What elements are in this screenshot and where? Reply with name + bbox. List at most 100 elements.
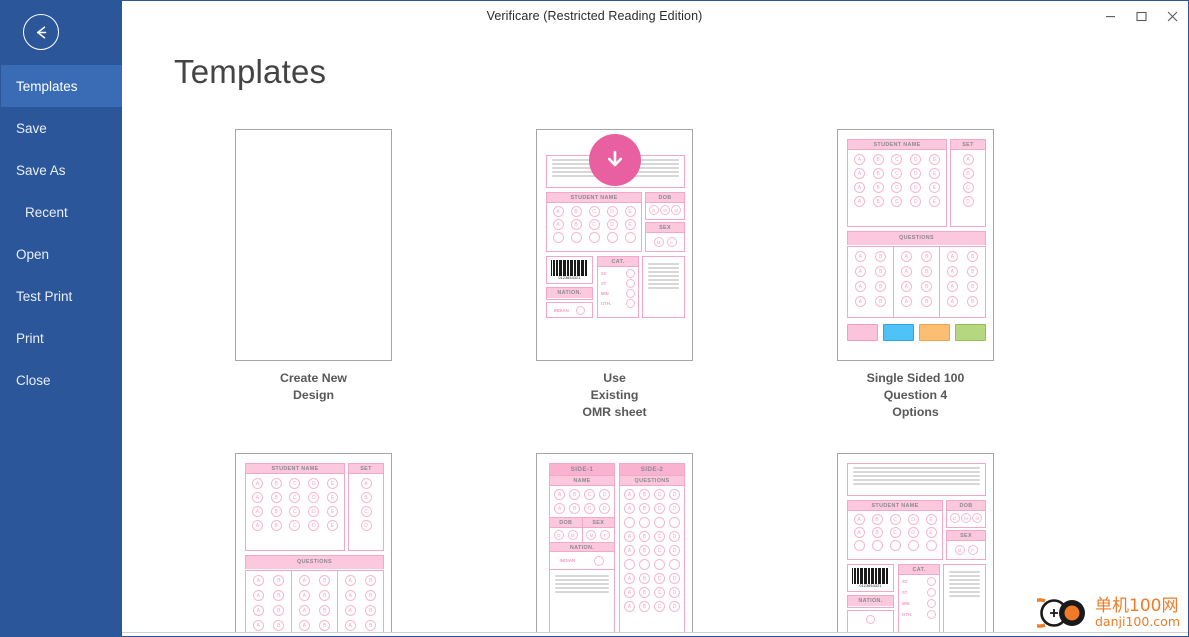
omr-block-header: SEX (646, 223, 684, 233)
omr-sex-block: SEX M F (645, 222, 685, 252)
window-controls (1095, 1, 1188, 31)
omr-block-header: DOB (947, 501, 985, 511)
template-preview-blank (235, 129, 392, 361)
templates-grid: Create New Design STUDENT NAME A B C D E… (122, 129, 1188, 636)
sidebar-item-label: Print (16, 330, 44, 346)
omr-footer-lines (550, 570, 614, 598)
sidebar-item-label: Open (16, 246, 50, 262)
omr-footer-lines (943, 564, 986, 636)
omr-questions-block: AB AB AB AB AB AB AB AB A B A B A B A B (245, 570, 384, 636)
label-line: Existing (590, 388, 639, 402)
omr-questions-header-block: QUESTIONS (245, 555, 384, 569)
omr-questions-block: AB AB AB AB AB AB AB AB A B A B A B A B (847, 246, 986, 318)
maximize-button[interactable] (1126, 1, 1157, 31)
sidebar-item-label: Close (16, 372, 51, 388)
omr-bubble-row: M F (646, 233, 684, 251)
label-line: Options (892, 405, 939, 419)
omr-bubble-row: A B C D E (549, 206, 639, 217)
sidebar-item-label: Save As (16, 162, 66, 178)
omr-block-header: STUDENT NAME (848, 501, 942, 511)
omr-sheet: STUDENT NAME ABCDE ABCDE ABCDE ABCDE SET (242, 460, 385, 636)
sidebar-item-recent[interactable]: Recent (1, 191, 122, 233)
omr-student-name-block: STUDENT NAME A B C D E A B C D E (546, 192, 642, 252)
sidebar-item-label: Test Print (16, 288, 73, 304)
template-card-6[interactable]: STUDENT NAME ABCDE ABCDE DOB DMM SEX M F… (837, 453, 994, 636)
main-content: Templates Create New Design STUDENT NAME… (122, 31, 1188, 636)
omr-block-header: SEX (947, 531, 985, 541)
back-arrow-icon (36, 25, 46, 39)
sidebar-item-print[interactable]: Print (1, 317, 122, 359)
app-window: Templates Save Save As Recent Open Test … (0, 0, 1189, 637)
sidebar-item-label: Recent (25, 204, 68, 220)
swatch-blue (883, 324, 914, 341)
omr-block-header: QUESTIONS (848, 232, 985, 245)
omr-bubble-row: A B C D E (549, 219, 639, 230)
swatch-orange (919, 324, 950, 341)
omr-block-header: NATION. (547, 288, 592, 298)
page-title: Templates (174, 53, 327, 90)
swatch-pink (847, 324, 878, 341)
label-line: Design (293, 388, 334, 402)
status-strip (122, 632, 1188, 636)
title-bar: Verificare (Restricted Reading Edition) (122, 1, 1188, 31)
sidebar-item-test-print[interactable]: Test Print (1, 275, 122, 317)
sidebar-item-close[interactable]: Close (1, 359, 122, 401)
omr-nation-header-block: NATION. (847, 595, 894, 608)
omr-block-header: NATION. (550, 542, 614, 552)
barcode-icon (549, 259, 590, 276)
template-preview-omr-existing: STUDENT NAME A B C D E A B C D E DOB D M… (536, 129, 693, 361)
template-card-5[interactable]: SIDE-1 NAME ABCD ABCD DOB DM SEX M F NAT… (536, 453, 693, 636)
sidebar-item-save-as[interactable]: Save As (1, 149, 122, 191)
omr-indian-label: INDIAN (559, 558, 576, 563)
omr-sheet: STUDENT NAME ABCDE ABCDE ABCDE ABCDE SET… (844, 136, 987, 354)
minimize-button[interactable] (1095, 1, 1126, 31)
label-line: Question 4 (883, 388, 948, 402)
sidebar-item-save[interactable]: Save (1, 107, 122, 149)
template-card-4[interactable]: STUDENT NAME ABCDE ABCDE ABCDE ABCDE SET (235, 453, 392, 636)
label-line: OMR sheet (582, 405, 647, 419)
download-arrow-icon (607, 150, 622, 167)
template-preview-omr-questions-2: STUDENT NAME ABCDE ABCDE ABCDE ABCDE SET (235, 453, 392, 636)
swatch-green (955, 324, 986, 341)
template-card-single-sided-100-question-4-options[interactable]: STUDENT NAME ABCDE ABCDE ABCDE ABCDE SET… (837, 129, 994, 421)
omr-sheet: STUDENT NAME ABCDE ABCDE DOB DMM SEX M F… (844, 460, 987, 636)
omr-block-header: SEX (582, 518, 614, 528)
window-title: Verificare (Restricted Reading Edition) (486, 9, 703, 23)
omr-block-header: SET (349, 464, 383, 474)
omr-block-header: QUESTIONS (620, 476, 684, 486)
omr-sheet: SIDE-1 NAME ABCD ABCD DOB DM SEX M F NAT… (543, 460, 686, 636)
omr-block-header: STUDENT NAME (246, 464, 344, 474)
sidebar-item-templates[interactable]: Templates (1, 65, 122, 107)
omr-indian-block: INDIAN (546, 302, 593, 318)
omr-block-header: QUESTIONS (246, 556, 383, 569)
templates-row-1: Create New Design STUDENT NAME A B C D E… (235, 129, 1188, 421)
omr-block-header: CAT. (598, 257, 638, 267)
label-line: Create New (280, 371, 347, 385)
omr-block-header: NATION. (848, 596, 893, 606)
omr-barcode-block: 0123654321 (546, 256, 593, 284)
template-card-label: Single Sided 100 Question 4 Options (837, 370, 994, 421)
omr-footer-lines (642, 256, 685, 318)
omr-block-header: CAT. (899, 565, 939, 575)
omr-barcode-block: 0123654321 (847, 564, 894, 592)
omr-block-header: SIDE-2 (620, 464, 684, 476)
omr-cat-block: CAT. SC ST MIN OTH. (898, 564, 940, 636)
close-button[interactable] (1157, 1, 1188, 31)
sidebar-item-label: Save (16, 120, 47, 136)
omr-dob-block: DOB D M M (645, 192, 685, 220)
omr-header-lines (847, 463, 986, 496)
download-badge[interactable] (588, 134, 641, 186)
sidebar-item-open[interactable]: Open (1, 233, 122, 275)
omr-block-header: STUDENT NAME (547, 193, 641, 203)
barcode-number: 0123654321 (558, 276, 581, 280)
omr-block-header: DOB (550, 518, 582, 528)
omr-nation-header-block: NATION. (546, 287, 593, 300)
omr-block-header: STUDENT NAME (848, 140, 946, 150)
maximize-icon (1136, 11, 1147, 21)
omr-block-header: DOB (646, 193, 684, 203)
minimize-icon (1106, 15, 1115, 17)
template-card-create-new-design[interactable]: Create New Design (235, 129, 392, 421)
sidebar-item-label: Templates (16, 78, 78, 94)
template-card-use-existing-omr-sheet[interactable]: STUDENT NAME A B C D E A B C D E DOB D M… (536, 129, 693, 421)
omr-student-name-block: STUDENT NAME ABCDE ABCDE ABCDE ABCDE (245, 463, 345, 551)
